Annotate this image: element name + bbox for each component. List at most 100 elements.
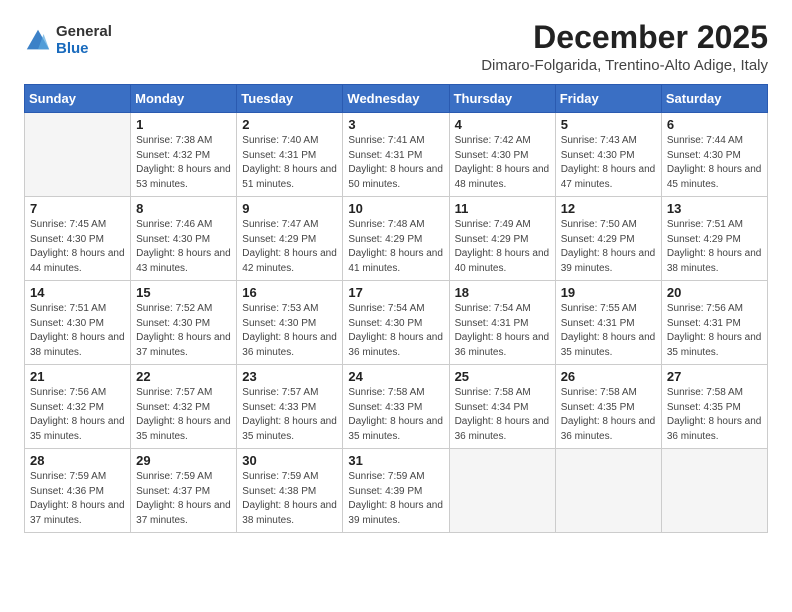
calendar-cell: 20 Sunrise: 7:56 AMSunset: 4:31 PMDayligh… [661, 281, 767, 365]
day-info: Sunrise: 7:59 AMSunset: 4:39 PMDaylight:… [348, 470, 443, 528]
day-number: 29 [136, 453, 231, 468]
day-number: 19 [561, 285, 656, 300]
calendar-cell: 2Sunrise: 7:40 AMSunset: 4:31 PMDaylight… [237, 113, 343, 197]
day-info: Sunrise: 7:53 AMSunset: 4:30 PMDaylight:… [242, 302, 337, 360]
calendar-cell: 23Sunrise: 7:57 AMSunset: 4:33 PMDayligh… [237, 365, 343, 449]
calendar-week-row: 21Sunrise: 7:56 AMSunset: 4:32 PMDayligh… [25, 365, 768, 449]
calendar-cell: 29 Sunrise: 7:59 AMSunset: 4:37 PMDayligh… [131, 449, 237, 533]
calendar-cell: 26 Sunrise: 7:58 AMSunset: 4:35 PMDayligh… [555, 365, 661, 449]
day-info: Sunrise: 7:47 AMSunset: 4:29 PMDaylight:… [242, 218, 337, 276]
calendar-cell: 10 Sunrise: 7:48 AMSunset: 4:29 PMDayligh… [343, 197, 449, 281]
calendar-cell [25, 113, 131, 197]
day-of-week-header: Friday [555, 85, 661, 113]
day-of-week-header: Wednesday [343, 85, 449, 113]
calendar-cell: 21Sunrise: 7:56 AMSunset: 4:32 PMDayligh… [25, 365, 131, 449]
calendar-week-row: 14Sunrise: 7:51 AMSunset: 4:30 PMDayligh… [25, 281, 768, 365]
day-number: 23 [242, 369, 337, 384]
day-info: Sunrise: 7:56 AMSunset: 4:31 PMDaylight:… [667, 302, 762, 360]
calendar-cell: 3 Sunrise: 7:41 AMSunset: 4:31 PMDaylight… [343, 113, 449, 197]
day-info: Sunrise: 7:59 AMSunset: 4:37 PMDaylight:… [136, 470, 231, 528]
header-row: General Blue December 2025 Dimaro-Folgar… [24, 20, 768, 74]
day-number: 30 [242, 453, 337, 468]
day-number: 24 [348, 369, 443, 384]
calendar-cell: 22 Sunrise: 7:57 AMSunset: 4:32 PMDayligh… [131, 365, 237, 449]
day-info: Sunrise: 7:43 AMSunset: 4:30 PMDaylight:… [561, 134, 656, 192]
day-of-week-header: Tuesday [237, 85, 343, 113]
day-info: Sunrise: 7:38 AMSunset: 4:32 PMDaylight:… [136, 134, 231, 192]
calendar-cell: 17 Sunrise: 7:54 AMSunset: 4:30 PMDayligh… [343, 281, 449, 365]
day-number: 17 [348, 285, 443, 300]
day-number: 1 [136, 117, 231, 132]
day-info: Sunrise: 7:50 AMSunset: 4:29 PMDaylight:… [561, 218, 656, 276]
day-info: Sunrise: 7:54 AMSunset: 4:30 PMDaylight:… [348, 302, 443, 360]
logo-icon [24, 27, 52, 55]
day-number: 15 [136, 285, 231, 300]
calendar-cell: 7Sunrise: 7:45 AMSunset: 4:30 PMDaylight… [25, 197, 131, 281]
day-number: 16 [242, 285, 337, 300]
calendar-cell: 14Sunrise: 7:51 AMSunset: 4:30 PMDayligh… [25, 281, 131, 365]
day-number: 21 [30, 369, 125, 384]
calendar-cell: 4Sunrise: 7:42 AMSunset: 4:30 PMDaylight… [449, 113, 555, 197]
day-number: 26 [561, 369, 656, 384]
day-number: 20 [667, 285, 762, 300]
day-info: Sunrise: 7:55 AMSunset: 4:31 PMDaylight:… [561, 302, 656, 360]
calendar-cell: 1 Sunrise: 7:38 AMSunset: 4:32 PMDaylight… [131, 113, 237, 197]
day-number: 27 [667, 369, 762, 384]
day-number: 13 [667, 201, 762, 216]
day-info: Sunrise: 7:41 AMSunset: 4:31 PMDaylight:… [348, 134, 443, 192]
day-info: Sunrise: 7:54 AMSunset: 4:31 PMDaylight:… [455, 302, 550, 360]
day-info: Sunrise: 7:44 AMSunset: 4:30 PMDaylight:… [667, 134, 762, 192]
day-info: Sunrise: 7:48 AMSunset: 4:29 PMDaylight:… [348, 218, 443, 276]
calendar-cell [555, 449, 661, 533]
day-of-week-header: Thursday [449, 85, 555, 113]
calendar-cell: 8Sunrise: 7:46 AMSunset: 4:30 PMDaylight… [131, 197, 237, 281]
calendar: SundayMondayTuesdayWednesdayThursdayFrid… [24, 84, 768, 533]
day-info: Sunrise: 7:58 AMSunset: 4:33 PMDaylight:… [348, 386, 443, 444]
day-number: 6 [667, 117, 762, 132]
calendar-cell: 30 Sunrise: 7:59 AMSunset: 4:38 PMDayligh… [237, 449, 343, 533]
day-info: Sunrise: 7:51 AMSunset: 4:30 PMDaylight:… [30, 302, 125, 360]
day-number: 10 [348, 201, 443, 216]
day-info: Sunrise: 7:51 AMSunset: 4:29 PMDaylight:… [667, 218, 762, 276]
day-info: Sunrise: 7:58 AMSunset: 4:35 PMDaylight:… [561, 386, 656, 444]
day-number: 31 [348, 453, 443, 468]
day-info: Sunrise: 7:52 AMSunset: 4:30 PMDaylight:… [136, 302, 231, 360]
day-number: 18 [455, 285, 550, 300]
calendar-cell: 11Sunrise: 7:49 AMSunset: 4:29 PMDayligh… [449, 197, 555, 281]
calendar-week-row: 28Sunrise: 7:59 AMSunset: 4:36 PMDayligh… [25, 449, 768, 533]
calendar-cell: 6 Sunrise: 7:44 AMSunset: 4:30 PMDaylight… [661, 113, 767, 197]
day-number: 22 [136, 369, 231, 384]
calendar-cell: 18 Sunrise: 7:54 AMSunset: 4:31 PMDayligh… [449, 281, 555, 365]
day-info: Sunrise: 7:46 AMSunset: 4:30 PMDaylight:… [136, 218, 231, 276]
calendar-cell: 27 Sunrise: 7:58 AMSunset: 4:35 PMDayligh… [661, 365, 767, 449]
calendar-cell [449, 449, 555, 533]
calendar-cell: 19 Sunrise: 7:55 AMSunset: 4:31 PMDayligh… [555, 281, 661, 365]
day-of-week-header: Saturday [661, 85, 767, 113]
day-number: 28 [30, 453, 125, 468]
location: Dimaro-Folgarida, Trentino-Alto Adige, I… [481, 57, 768, 74]
logo-general: General [56, 24, 112, 41]
day-info: Sunrise: 7:58 AMSunset: 4:35 PMDaylight:… [667, 386, 762, 444]
calendar-cell [661, 449, 767, 533]
day-header-row: SundayMondayTuesdayWednesdayThursdayFrid… [25, 85, 768, 113]
day-number: 9 [242, 201, 337, 216]
day-number: 25 [455, 369, 550, 384]
calendar-week-row: 1 Sunrise: 7:38 AMSunset: 4:32 PMDaylight… [25, 113, 768, 197]
day-info: Sunrise: 7:57 AMSunset: 4:32 PMDaylight:… [136, 386, 231, 444]
calendar-cell: 28Sunrise: 7:59 AMSunset: 4:36 PMDayligh… [25, 449, 131, 533]
day-info: Sunrise: 7:59 AMSunset: 4:38 PMDaylight:… [242, 470, 337, 528]
month-title: December 2025 [481, 20, 768, 55]
calendar-cell: 24 Sunrise: 7:58 AMSunset: 4:33 PMDayligh… [343, 365, 449, 449]
calendar-cell: 12Sunrise: 7:50 AMSunset: 4:29 PMDayligh… [555, 197, 661, 281]
day-number: 7 [30, 201, 125, 216]
calendar-cell: 25Sunrise: 7:58 AMSunset: 4:34 PMDayligh… [449, 365, 555, 449]
day-of-week-header: Sunday [25, 85, 131, 113]
day-of-week-header: Monday [131, 85, 237, 113]
day-number: 4 [455, 117, 550, 132]
title-block: December 2025 Dimaro-Folgarida, Trentino… [481, 20, 768, 74]
day-info: Sunrise: 7:40 AMSunset: 4:31 PMDaylight:… [242, 134, 337, 192]
calendar-cell: 31 Sunrise: 7:59 AMSunset: 4:39 PMDayligh… [343, 449, 449, 533]
day-number: 3 [348, 117, 443, 132]
calendar-cell: 16 Sunrise: 7:53 AMSunset: 4:30 PMDayligh… [237, 281, 343, 365]
calendar-cell: 9 Sunrise: 7:47 AMSunset: 4:29 PMDaylight… [237, 197, 343, 281]
